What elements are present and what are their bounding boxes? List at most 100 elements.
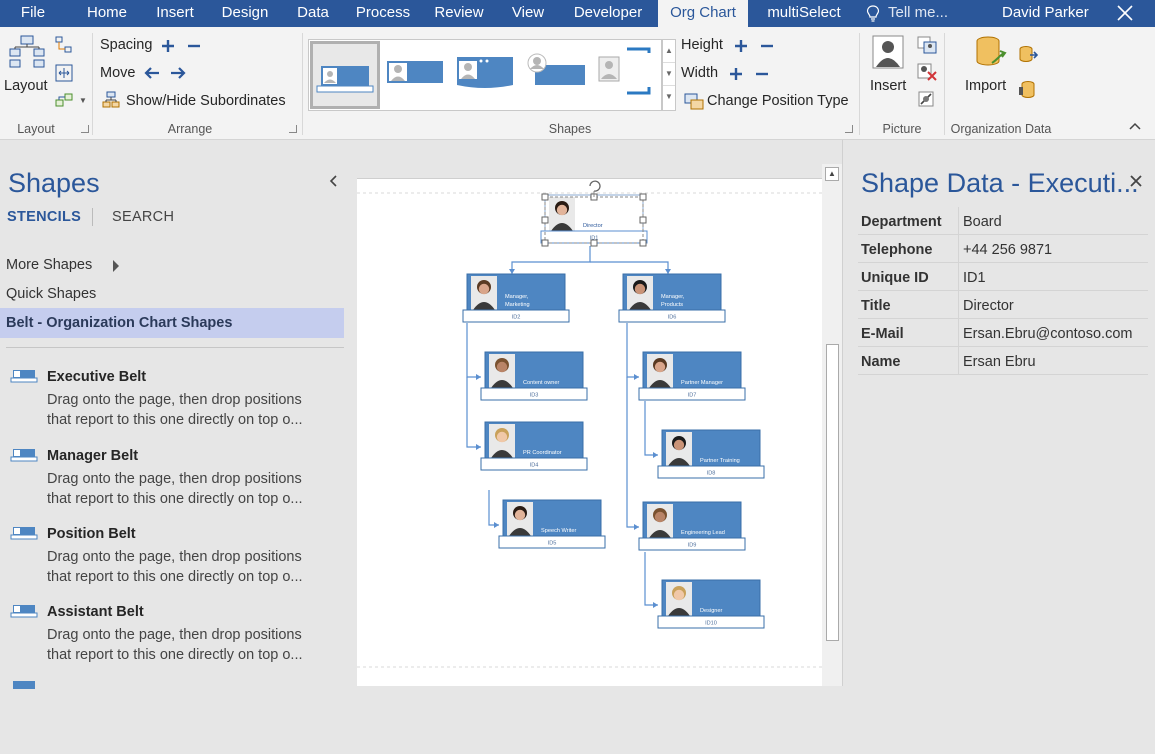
show-hide-subordinates-label[interactable]: Show/Hide Subordinates bbox=[126, 93, 286, 109]
tab-view[interactable]: View bbox=[506, 0, 550, 27]
org-node-id8[interactable]: Partner Training ID8 bbox=[657, 429, 765, 479]
tab-review[interactable]: Review bbox=[428, 0, 490, 27]
insert-picture-button[interactable]: Insert bbox=[868, 35, 910, 97]
move-left-icon[interactable] bbox=[143, 66, 161, 80]
org-chart[interactable]: DirectorID1 Manager, Marketing ID2 Manager, P… bbox=[357, 179, 822, 687]
move-right-icon[interactable] bbox=[169, 66, 187, 80]
drawing-canvas: Director ID1 Manager, Marketing ID2 Manager, P… bbox=[346, 140, 842, 686]
stencil-manager-belt[interactable]: Manager Belt Drag onto the page, then dr… bbox=[0, 448, 346, 522]
org-node-id5[interactable]: Speech Writer ID5 bbox=[498, 499, 606, 549]
tab-process[interactable]: Process bbox=[350, 0, 416, 27]
collapse-shapes-panel-button[interactable] bbox=[328, 174, 338, 193]
gallery-style-tab[interactable] bbox=[383, 41, 453, 109]
shape-data-row-title[interactable]: Title Director bbox=[858, 291, 1148, 319]
stencil-next-partial[interactable] bbox=[0, 680, 346, 754]
layout-group-label: Layout bbox=[17, 122, 55, 136]
collapse-ribbon-button[interactable] bbox=[1128, 119, 1142, 133]
org-node-id4[interactable]: PR Coordinator ID4 bbox=[480, 421, 588, 471]
gallery-scroll-down[interactable]: ▼ bbox=[663, 63, 675, 86]
tab-home[interactable]: Home bbox=[75, 0, 139, 27]
export-icon[interactable] bbox=[1018, 45, 1038, 65]
layout-button[interactable]: Layout bbox=[4, 35, 50, 97]
gallery-style-badge[interactable] bbox=[453, 41, 523, 109]
scroll-thumb[interactable] bbox=[826, 344, 839, 641]
gallery-style-pinned[interactable] bbox=[523, 41, 593, 109]
gallery-style-bracket[interactable] bbox=[593, 41, 663, 109]
group-separator bbox=[92, 33, 93, 135]
shape-data-value[interactable]: Ersan.Ebru@contoso.com bbox=[963, 326, 1132, 342]
user-name[interactable]: David Parker bbox=[1002, 0, 1089, 26]
height-minus-icon[interactable] bbox=[760, 39, 774, 53]
width-minus-icon[interactable] bbox=[755, 67, 769, 81]
height-plus-icon[interactable] bbox=[734, 39, 748, 53]
show-hide-icon[interactable] bbox=[102, 91, 120, 109]
org-node-id3[interactable]: Content owner ID3 bbox=[480, 351, 588, 401]
stencil-position-belt[interactable]: Position Belt Drag onto the page, then d… bbox=[0, 526, 346, 600]
fit-to-page-icon[interactable] bbox=[54, 63, 74, 83]
drawing-page[interactable]: Director ID1 Manager, Marketing ID2 Manager, P… bbox=[357, 178, 822, 686]
gallery-more[interactable]: ▼ bbox=[663, 86, 675, 109]
org-node-id7[interactable]: Partner Manager ID7 bbox=[638, 351, 746, 401]
stencil-executive-belt[interactable]: Executive Belt Drag onto the page, then … bbox=[0, 369, 346, 443]
shape-data-row-department[interactable]: Department Board bbox=[858, 207, 1148, 235]
org-node-id9[interactable]: Engineering Lead ID9 bbox=[638, 501, 746, 551]
shape-data-value[interactable]: ID1 bbox=[963, 270, 986, 286]
gallery-scroll-up[interactable]: ▲ bbox=[663, 40, 675, 63]
relayout-icon[interactable] bbox=[54, 35, 74, 55]
photo-face bbox=[673, 589, 685, 601]
vertical-scrollbar[interactable]: ▲ bbox=[822, 164, 842, 686]
org-node-id1[interactable]: DirectorID1 bbox=[540, 180, 648, 247]
close-shape-data-button[interactable] bbox=[1129, 174, 1143, 188]
spacing-minus-icon[interactable] bbox=[187, 39, 201, 53]
gallery-style-belt[interactable] bbox=[310, 41, 380, 109]
layout-group-launcher[interactable] bbox=[81, 125, 89, 133]
tab-insert[interactable]: Insert bbox=[150, 0, 200, 27]
shape-data-value[interactable]: +44 256 9871 bbox=[963, 242, 1052, 258]
node-title: Manager, bbox=[661, 294, 685, 300]
show-hide-picture-icon[interactable] bbox=[917, 90, 937, 108]
nav-quick-shapes[interactable]: Quick Shapes bbox=[6, 286, 96, 302]
stencil-name: Position Belt bbox=[47, 526, 136, 542]
change-position-type-label[interactable]: Change Position Type bbox=[707, 93, 849, 109]
shape-data-row-unique-id[interactable]: Unique ID ID1 bbox=[858, 263, 1148, 291]
nav-more-shapes[interactable]: More Shapes bbox=[6, 257, 119, 273]
delete-picture-icon[interactable] bbox=[917, 63, 937, 81]
node-id: ID6 bbox=[668, 315, 677, 321]
tab-design[interactable]: Design bbox=[215, 0, 275, 27]
tab-data[interactable]: Data bbox=[292, 0, 334, 27]
change-picture-icon[interactable] bbox=[917, 36, 937, 54]
best-fit-icon[interactable] bbox=[54, 91, 74, 111]
tell-me-box[interactable]: Tell me... bbox=[866, 0, 966, 27]
layout-dropdown-arrow[interactable]: ▼ bbox=[79, 96, 87, 105]
tab-stencils[interactable]: STENCILS bbox=[7, 209, 81, 225]
tab-multiselect[interactable]: multiSelect bbox=[758, 0, 850, 27]
spacing-plus-icon[interactable] bbox=[161, 39, 175, 53]
nav-belt-org-chart-shapes[interactable]: Belt - Organization Chart Shapes bbox=[0, 308, 344, 338]
org-node-id10[interactable]: Designer ID10 bbox=[657, 579, 765, 629]
tab-search[interactable]: SEARCH bbox=[112, 209, 174, 225]
tab-file[interactable]: File bbox=[8, 0, 58, 27]
shapes-group-launcher[interactable] bbox=[845, 125, 853, 133]
change-position-icon[interactable] bbox=[684, 92, 704, 110]
gallery-scrollbar[interactable]: ▲ ▼ ▼ bbox=[662, 39, 676, 111]
shape-data-value[interactable]: Board bbox=[963, 214, 1002, 230]
height-label: Height bbox=[681, 37, 723, 53]
node-id: ID3 bbox=[530, 393, 539, 399]
scroll-up-button[interactable]: ▲ bbox=[825, 167, 839, 181]
org-node-id2[interactable]: Manager, Marketing ID2 bbox=[462, 273, 570, 323]
arrange-group-launcher[interactable] bbox=[289, 125, 297, 133]
stencil-assistant-belt[interactable]: Assistant Belt Drag onto the page, then … bbox=[0, 604, 346, 678]
shape-data-row-telephone[interactable]: Telephone +44 256 9871 bbox=[858, 235, 1148, 263]
org-data-group-label: Organization Data bbox=[950, 122, 1052, 136]
compare-icon[interactable] bbox=[1018, 79, 1038, 99]
shape-data-value[interactable]: Ersan Ebru bbox=[963, 354, 1036, 370]
import-button[interactable]: Import bbox=[962, 35, 1014, 97]
width-plus-icon[interactable] bbox=[729, 67, 743, 81]
tab-developer[interactable]: Developer bbox=[565, 0, 651, 27]
shape-data-row-email[interactable]: E-Mail Ersan.Ebru@contoso.com bbox=[858, 319, 1148, 347]
shape-data-value[interactable]: Director bbox=[963, 298, 1014, 314]
close-window-button[interactable] bbox=[1112, 0, 1138, 26]
tab-org-chart[interactable]: Org Chart bbox=[658, 0, 748, 27]
shape-data-row-name[interactable]: Name Ersan Ebru bbox=[858, 347, 1148, 375]
org-node-id6[interactable]: Manager, Products ID6 bbox=[618, 273, 726, 323]
